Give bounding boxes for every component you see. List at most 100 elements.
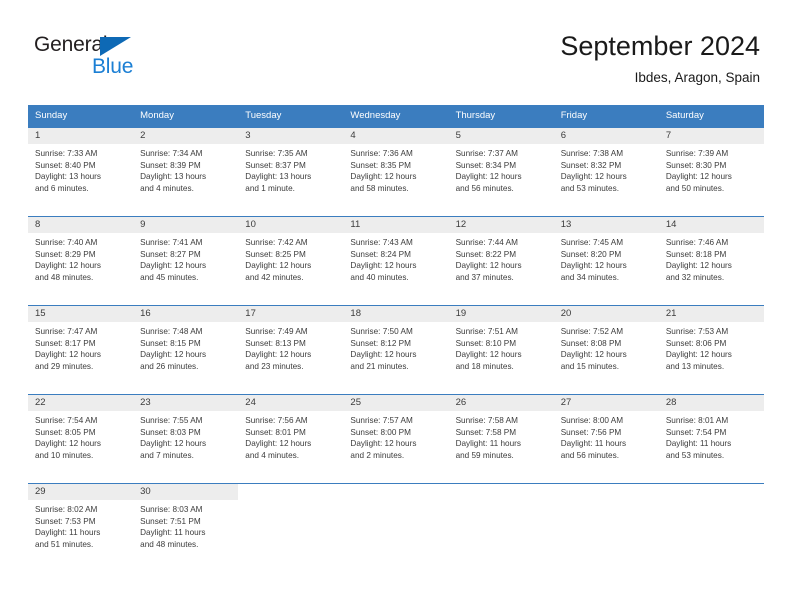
daylight-text-line1: Daylight: 12 hours: [140, 261, 207, 271]
calendar-day-cell[interactable]: 29 Sunrise: 8:02 AM Sunset: 7:53 PM Dayligh…: [28, 483, 134, 572]
day-details: Sunrise: 7:39 AM Sunset: 8:30 PM Daylight:…: [659, 144, 764, 194]
daylight-text-line2: and 29 minutes.: [35, 361, 94, 371]
sunrise-text: Sunrise: 7:53 AM: [665, 327, 729, 336]
day-number: 10: [238, 217, 344, 233]
day-number: 12: [448, 217, 554, 233]
sunrise-text: Sunrise: 7:44 AM: [455, 238, 518, 247]
sunset-text: Sunset: 8:40 PM: [35, 160, 96, 170]
calendar-day-cell[interactable]: 4 Sunrise: 7:36 AM Sunset: 8:35 PM Daylight…: [343, 127, 449, 217]
daylight-text-line1: Daylight: 12 hours: [350, 350, 417, 360]
daylight-text-line2: and 13 minutes.: [665, 361, 725, 371]
daylight-text-line2: and 4 minutes.: [140, 183, 194, 193]
calendar-day-cell[interactable]: 19 Sunrise: 7:51 AM Sunset: 8:10 PM Dayligh…: [448, 305, 554, 395]
calendar-day-cell[interactable]: 1 Sunrise: 7:33 AM Sunset: 8:40 PM Daylight…: [28, 127, 134, 217]
sunset-text: Sunset: 8:01 PM: [245, 427, 306, 437]
daylight-text-line2: and 10 minutes.: [35, 450, 94, 460]
calendar-day-cell[interactable]: 6 Sunrise: 7:38 AM Sunset: 8:32 PM Daylight…: [553, 127, 659, 217]
day-details: Sunrise: 7:41 AM Sunset: 8:27 PM Daylight:…: [133, 233, 238, 283]
daylight-text-line1: Daylight: 11 hours: [35, 528, 101, 538]
day-details: Sunrise: 7:48 AM Sunset: 8:15 PM Daylight:…: [133, 322, 238, 372]
sunset-text: Sunset: 8:10 PM: [455, 338, 517, 348]
calendar-day-cell[interactable]: 11 Sunrise: 7:43 AM Sunset: 8:24 PM Dayligh…: [343, 216, 449, 306]
sunset-text: Sunset: 8:12 PM: [350, 338, 411, 348]
calendar-day-cell[interactable]: 24 Sunrise: 7:56 AM Sunset: 8:01 PM Dayligh…: [238, 394, 344, 484]
sunset-text: Sunset: 8:08 PM: [560, 338, 622, 348]
daylight-text-line2: and 6 minutes.: [35, 183, 89, 193]
daylight-text-line2: and 40 minutes.: [350, 272, 409, 282]
day-number: 16: [133, 306, 239, 322]
calendar-day-cell[interactable]: 22 Sunrise: 7:54 AM Sunset: 8:05 PM Dayligh…: [28, 394, 134, 484]
daylight-text-line1: Daylight: 12 hours: [665, 172, 732, 182]
daylight-text-line1: Daylight: 12 hours: [665, 261, 732, 271]
calendar-day-cell[interactable]: 30 Sunrise: 8:03 AM Sunset: 7:51 PM Dayligh…: [133, 483, 239, 572]
daylight-text-line1: Daylight: 12 hours: [665, 350, 732, 360]
day-number: 29: [28, 484, 134, 500]
generalblue-logo[interactable]: General Blue: [34, 34, 164, 82]
daylight-text-line2: and 18 minutes.: [455, 361, 514, 371]
calendar-day-cell[interactable]: 14 Sunrise: 7:46 AM Sunset: 8:18 PM Dayligh…: [658, 216, 764, 306]
daylight-text-line1: Daylight: 12 hours: [560, 172, 627, 182]
calendar-day-cell[interactable]: 2 Sunrise: 7:34 AM Sunset: 8:39 PM Daylight…: [133, 127, 239, 217]
calendar-day-cell[interactable]: 10 Sunrise: 7:42 AM Sunset: 8:25 PM Dayligh…: [238, 216, 344, 306]
sunset-text: Sunset: 7:58 PM: [455, 427, 517, 437]
calendar-day-cell[interactable]: 26 Sunrise: 7:58 AM Sunset: 7:58 PM Dayligh…: [448, 394, 554, 484]
calendar-day-cell[interactable]: 12 Sunrise: 7:44 AM Sunset: 8:22 PM Dayligh…: [448, 216, 554, 306]
calendar-day-cell-empty: [553, 483, 659, 572]
calendar-day-cell[interactable]: 28 Sunrise: 8:01 AM Sunset: 7:54 PM Dayligh…: [658, 394, 764, 484]
daylight-text-line1: Daylight: 12 hours: [560, 350, 627, 360]
daylight-text-line2: and 26 minutes.: [140, 361, 199, 371]
day-details: Sunrise: 8:00 AM Sunset: 7:56 PM Daylight:…: [554, 411, 659, 461]
day-number: 8: [28, 217, 134, 233]
day-details: Sunrise: 7:36 AM Sunset: 8:35 PM Daylight:…: [343, 144, 448, 194]
sunset-text: Sunset: 8:18 PM: [665, 249, 727, 259]
day-number: 26: [448, 395, 554, 411]
day-number: 11: [343, 217, 449, 233]
daylight-text-line2: and 53 minutes.: [665, 450, 725, 460]
daylight-text-line1: Daylight: 12 hours: [35, 439, 101, 449]
daylight-text-line2: and 21 minutes.: [350, 361, 409, 371]
daylight-text-line2: and 32 minutes.: [665, 272, 725, 282]
calendar-day-cell[interactable]: 9 Sunrise: 7:41 AM Sunset: 8:27 PM Daylight…: [133, 216, 239, 306]
logo-triangle-icon: [100, 37, 131, 56]
day-number: 17: [238, 306, 344, 322]
calendar-day-cell[interactable]: 7 Sunrise: 7:39 AM Sunset: 8:30 PM Daylight…: [658, 127, 764, 217]
daylight-text-line2: and 4 minutes.: [245, 450, 299, 460]
calendar-day-cell[interactable]: 23 Sunrise: 7:55 AM Sunset: 8:03 PM Dayligh…: [133, 394, 239, 484]
calendar-day-cell[interactable]: 16 Sunrise: 7:48 AM Sunset: 8:15 PM Dayligh…: [133, 305, 239, 395]
sunrise-text: Sunrise: 7:55 AM: [140, 416, 203, 425]
calendar-day-cell[interactable]: 27 Sunrise: 8:00 AM Sunset: 7:56 PM Dayligh…: [553, 394, 659, 484]
calendar-day-cell[interactable]: 21 Sunrise: 7:53 AM Sunset: 8:06 PM Dayligh…: [658, 305, 764, 395]
daylight-text-line1: Daylight: 12 hours: [350, 261, 417, 271]
calendar-day-cell[interactable]: 18 Sunrise: 7:50 AM Sunset: 8:12 PM Dayligh…: [343, 305, 449, 395]
calendar-day-cell[interactable]: 15 Sunrise: 7:47 AM Sunset: 8:17 PM Dayligh…: [28, 305, 134, 395]
calendar-day-cell[interactable]: 8 Sunrise: 7:40 AM Sunset: 8:29 PM Daylight…: [28, 216, 134, 306]
daylight-text-line2: and 48 minutes.: [35, 272, 94, 282]
weekday-header-tuesday: Tuesday: [238, 105, 344, 128]
day-number: 23: [133, 395, 239, 411]
daylight-text-line1: Daylight: 11 hours: [560, 439, 627, 449]
sunset-text: Sunset: 8:17 PM: [35, 338, 96, 348]
calendar-day-cell[interactable]: 20 Sunrise: 7:52 AM Sunset: 8:08 PM Dayligh…: [553, 305, 659, 395]
day-number: 30: [133, 484, 239, 500]
calendar-day-cell[interactable]: 25 Sunrise: 7:57 AM Sunset: 8:00 PM Dayligh…: [343, 394, 449, 484]
page-header: General Blue September 2024 Ibdes, Arago…: [0, 0, 792, 100]
sunrise-text: Sunrise: 7:35 AM: [245, 149, 308, 158]
day-details: Sunrise: 7:51 AM Sunset: 8:10 PM Daylight:…: [449, 322, 554, 372]
calendar-day-cell[interactable]: 3 Sunrise: 7:35 AM Sunset: 8:37 PM Daylight…: [238, 127, 344, 217]
daylight-text-line1: Daylight: 12 hours: [245, 439, 312, 449]
page-subtitle: Ibdes, Aragon, Spain: [634, 70, 760, 85]
daylight-text-line1: Daylight: 11 hours: [140, 528, 206, 538]
day-details: Sunrise: 7:44 AM Sunset: 8:22 PM Daylight:…: [449, 233, 554, 283]
calendar-day-cell[interactable]: 5 Sunrise: 7:37 AM Sunset: 8:34 PM Daylight…: [448, 127, 554, 217]
day-number: 15: [28, 306, 134, 322]
daylight-text-line1: Daylight: 12 hours: [140, 439, 207, 449]
sunrise-text: Sunrise: 7:48 AM: [140, 327, 203, 336]
daylight-text-line1: Daylight: 13 hours: [35, 172, 101, 182]
page-title: September 2024: [560, 31, 760, 61]
sunrise-text: Sunrise: 7:33 AM: [35, 149, 98, 158]
calendar-day-cell[interactable]: 13 Sunrise: 7:45 AM Sunset: 8:20 PM Dayligh…: [553, 216, 659, 306]
calendar-day-cell[interactable]: 17 Sunrise: 7:49 AM Sunset: 8:13 PM Dayligh…: [238, 305, 344, 395]
sunrise-text: Sunrise: 7:39 AM: [665, 149, 729, 158]
day-number: [449, 484, 554, 500]
calendar-page: General Blue September 2024 Ibdes, Arago…: [0, 0, 792, 612]
